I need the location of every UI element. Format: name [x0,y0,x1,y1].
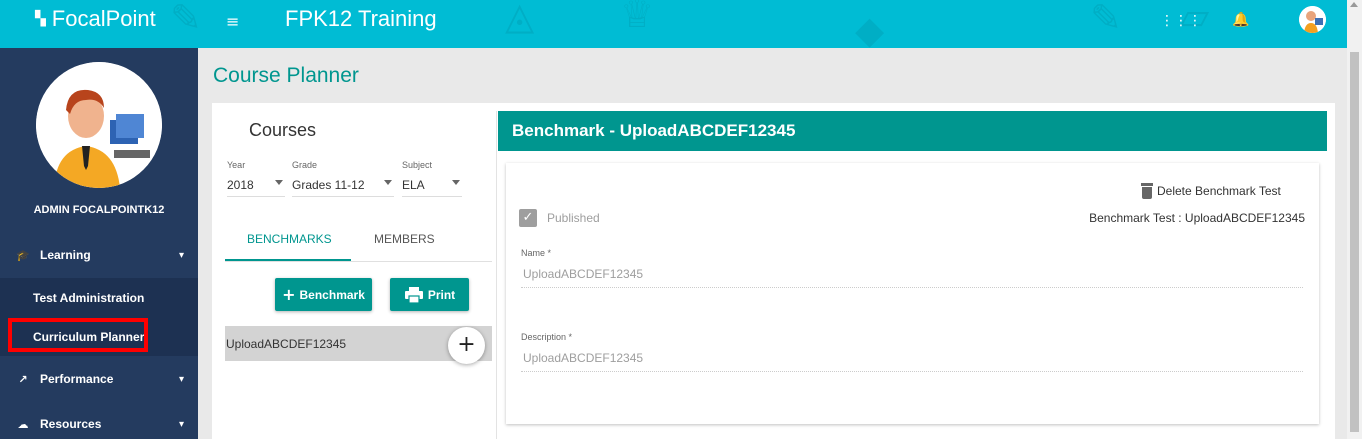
pencil-icon: ✎ [1090,0,1122,40]
benchmark-card [506,163,1319,424]
caret-down-icon [275,180,283,185]
subnav-test-administration[interactable]: Test Administration [33,291,144,305]
bell-icon[interactable]: 🔔 [1232,12,1249,28]
grade-filter[interactable]: Grade Grades 11-12 [292,160,394,197]
subject-select[interactable]: ELA [402,178,462,197]
sidebar-item-label: Learning [40,248,91,262]
published-checkbox[interactable]: ✓ Published [519,209,600,227]
year-filter-label: Year [227,160,246,170]
print-button[interactable]: Print [390,278,469,311]
user-avatar[interactable] [1299,6,1326,33]
logo-icon: ▚ [35,11,46,27]
published-label: Published [547,211,600,225]
graduation-cap-icon: 🎓 [16,248,30,262]
chevron-down-icon: ▾ [178,249,184,261]
chevron-down-icon: ▾ [178,418,184,430]
add-benchmark-button[interactable]: + Benchmark [275,278,372,311]
tab-divider [225,261,492,262]
description-field-label: Description * [521,332,573,342]
sidebar-item-label: Performance [40,372,114,386]
delete-benchmark-button[interactable]: Delete Benchmark Test [1141,183,1281,199]
scroll-up-icon[interactable] [1350,2,1358,7]
tab-members[interactable]: MEMBERS [374,232,435,246]
name-field[interactable]: UploadABCDEF12345 [521,267,1303,288]
page-title: Course Planner [213,64,359,87]
sidebar-item-performance[interactable]: ↗ Performance ▾ [0,359,198,399]
benchmark-name: UploadABCDEF12345 [226,337,347,351]
graduation-cap-icon: ◆ [855,8,885,48]
app-logo[interactable]: ▚ FocalPoint [35,6,156,32]
logo-text: FocalPoint [51,6,156,31]
trash-icon [1141,183,1153,199]
top-header: ✎ ◬ ♕ ◆ ✎ ▱ ▚ FocalPoint ≡ FPK12 Trainin… [0,0,1362,48]
apps-grid-icon[interactable]: ⋮⋮⋮ [1160,13,1202,29]
cloud-download-icon: ☁ [17,417,29,431]
profile-name: ADMIN FOCALPOINTK12 [33,204,165,216]
grade-select[interactable]: Grades 11-12 [292,178,394,197]
benchmark-header: Benchmark - UploadABCDEF12345 [498,111,1327,151]
benchmark-info: Benchmark Test : UploadABCDEF12345 [1089,211,1305,225]
user-avatar-icon [1299,6,1326,33]
trophy-icon: ♕ [620,0,655,36]
tab-benchmarks[interactable]: BENCHMARKS [247,232,332,246]
courses-title: Courses [249,120,317,140]
chevron-down-icon: ▾ [178,373,184,385]
user-profile-icon [36,62,162,188]
menu-icon[interactable]: ≡ [226,12,239,31]
grade-filter-label: Grade [292,160,318,170]
pencil-icon: ✎ [170,0,202,40]
highlight-annotation [8,318,148,352]
subject-filter[interactable]: Subject ELA [402,160,462,197]
plus-icon: + [282,285,296,304]
year-filter[interactable]: Year 2018 [227,160,285,197]
sidebar: ADMIN FOCALPOINTK12 🎓 Learning ▾ Test Ad… [0,48,198,439]
description-field[interactable]: UploadABCDEF12345 [521,351,1303,372]
sidebar-item-resources[interactable]: ☁ Resources ▾ [0,404,198,439]
sidebar-item-learning[interactable]: 🎓 Learning ▾ [0,235,198,275]
printer-icon [404,286,423,304]
caret-down-icon [452,180,460,185]
triangle-ruler-icon: ◬ [505,0,535,38]
vertical-scrollbar[interactable] [1347,0,1362,439]
checkmark-icon: ✓ [519,209,537,227]
year-select[interactable]: 2018 [227,178,285,197]
subject-filter-label: Subject [402,160,433,170]
app-title: FPK12 Training [285,6,437,31]
trending-up-icon: ↗ [18,372,28,386]
scrollbar-thumb[interactable] [1350,52,1359,432]
active-tab-indicator [225,259,351,261]
caret-down-icon [384,180,392,185]
plus-icon: + [457,332,476,357]
sidebar-item-label: Resources [40,417,102,431]
name-field-label: Name * [521,248,552,258]
benchmark-header-title: Benchmark - UploadABCDEF12345 [512,121,796,140]
profile-avatar [36,62,162,188]
add-item-button[interactable]: + [448,327,485,364]
